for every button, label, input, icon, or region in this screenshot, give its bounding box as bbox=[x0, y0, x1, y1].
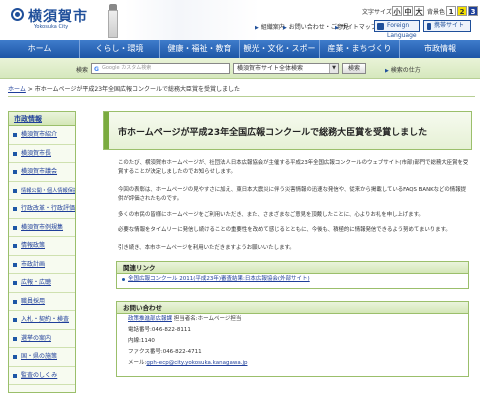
sidebar-item[interactable]: 国・県の施策 bbox=[9, 348, 75, 367]
chevron-down-icon: ▼ bbox=[329, 64, 338, 73]
nav-home[interactable]: ホーム bbox=[0, 40, 80, 58]
header-link-organization[interactable]: ▶ 組織案内 bbox=[255, 22, 285, 32]
contact-department: 政策推進部広報課 担当者名:ホームページ担当 bbox=[128, 316, 242, 322]
site-header: 横須賀市 Yokosuka City 文字サイズ 小 中 大 背景色 1 2 3… bbox=[0, 0, 480, 40]
header-link-sitemap[interactable]: ▶ サイトマップ bbox=[335, 22, 377, 32]
search-button[interactable]: 検索 bbox=[342, 63, 366, 74]
related-link-item: 全国広報コンクール 2011(平成23年)審査結果:日本広報協会(外部サイト) bbox=[117, 274, 468, 285]
breadcrumb-home[interactable]: ホーム bbox=[8, 86, 26, 93]
breadcrumb-current: 市ホームページが平成23年全国広報コンクールで総務大臣賞を受賞しました bbox=[34, 86, 241, 93]
sidebar-item[interactable]: 入札・契約・検査 bbox=[9, 311, 75, 330]
global-nav: ホーム くらし・環境 健康・福祉・教育 観光・文化・スポーツ 産業・まちづくり … bbox=[0, 40, 480, 71]
font-size-label: 文字サイズ bbox=[362, 9, 392, 16]
sidebar-item[interactable]: 広報・広聴 bbox=[9, 274, 75, 293]
sidebar-item[interactable]: 情報公開・個人情報保護 bbox=[9, 182, 75, 200]
arrow-icon: ▶ bbox=[283, 25, 287, 31]
bg-color-option-3[interactable]: 3 bbox=[468, 6, 478, 16]
nav-health-welfare-education[interactable]: 健康・福祉・教育 bbox=[160, 40, 240, 58]
contact-extension: 内線:1140 bbox=[128, 338, 155, 344]
body-paragraph: このたび、横須賀市ホームページが、社団法人日本広報協会が主催する平成23年全国広… bbox=[118, 160, 469, 175]
sidebar-item[interactable]: 横須賀市議会 bbox=[9, 163, 75, 182]
contact-mail-link[interactable]: gph-ecp@city.yokosuka.kanagawa.jp bbox=[146, 360, 247, 366]
city-emblem-icon[interactable] bbox=[11, 8, 24, 21]
foreign-language-button[interactable]: Foreign Language bbox=[374, 20, 420, 39]
mobile-site-button[interactable]: 携帯サイト bbox=[423, 20, 471, 32]
nav-tourism-culture-sports[interactable]: 観光・文化・スポーツ bbox=[240, 40, 320, 71]
font-size-small-button[interactable]: 小 bbox=[392, 6, 402, 16]
font-size-large-button[interactable]: 大 bbox=[414, 6, 424, 16]
contact-box: お問い合わせ 政策推進部広報課 担当者名:ホームページ担当 電話番号:046-8… bbox=[116, 301, 469, 377]
body-paragraph: 引き続き、本市ホームページを利用いただきますようお願いいたします。 bbox=[118, 245, 295, 251]
arrow-icon: ▶ bbox=[385, 68, 389, 74]
nav-living-environment[interactable]: くらし・環境 bbox=[80, 40, 160, 58]
breadcrumb: ホーム > 市ホームページが平成23年全国広報コンクールで総務大臣賞を受賞しまし… bbox=[8, 84, 478, 93]
sidebar-item[interactable]: 選挙の案内 bbox=[9, 330, 75, 348]
contact-phone: 電話番号:046-822-8111 bbox=[128, 327, 191, 333]
site-logo-subtitle: Yokosuka City bbox=[34, 24, 69, 30]
contact-department-link[interactable]: 政策推進部広報課 bbox=[128, 316, 172, 322]
sidebar-item[interactable]: 横須賀市例規集 bbox=[9, 219, 75, 237]
breadcrumb-separator: > bbox=[27, 86, 35, 93]
search-label: 検索 bbox=[76, 67, 89, 74]
sidebar-item[interactable]: 市政計画 bbox=[9, 256, 75, 274]
body-paragraph: 今回の表彰は、ホームページの見やすさに加え、東日本大震災に伴う災害情報の迅速な発… bbox=[118, 187, 466, 202]
arrow-icon: ▶ bbox=[255, 25, 259, 31]
body-paragraph: 必要な情報をタイムリーに発信し続けることの重要性を改めて感じるとともに、今後も、… bbox=[118, 227, 451, 233]
breadcrumb-divider bbox=[8, 96, 475, 97]
related-link[interactable]: 全国広報コンクール 2011(平成23年)審査結果:日本広報協会(外部サイト) bbox=[128, 276, 310, 282]
bg-color-option-1[interactable]: 1 bbox=[446, 6, 456, 16]
contact-heading: お問い合わせ bbox=[117, 302, 468, 314]
contact-mail: メール:gph-ecp@city.yokosuka.kanagawa.jp bbox=[128, 360, 248, 366]
nav-city-info[interactable]: 市政情報 bbox=[400, 40, 480, 58]
search-bar: 検索 G Google カスタム検索 横須賀市サイト全体検索 ▼ 検索 ▶ 検索… bbox=[0, 58, 480, 79]
body-paragraph: 多くの市民の皆様にホームページをご利用いただき、また、さまざまなご意見を頂戴した… bbox=[118, 212, 424, 218]
search-input[interactable]: G Google カスタム検索 bbox=[91, 63, 230, 74]
related-links-heading: 関連リンク bbox=[117, 262, 468, 274]
bg-color-label: 背景色 bbox=[427, 9, 446, 16]
nav-industry-town[interactable]: 産業・まちづくり bbox=[320, 40, 400, 58]
lighthouse-icon bbox=[104, 2, 122, 38]
search-help-link[interactable]: ▶ 検索の仕方 bbox=[385, 65, 421, 74]
sidebar-item[interactable]: 横須賀市長 bbox=[9, 145, 75, 163]
sidebar-heading[interactable]: 市政情報 bbox=[9, 112, 75, 126]
site-logo-title[interactable]: 横須賀市 bbox=[28, 6, 88, 26]
globe-icon bbox=[377, 23, 384, 30]
page-title: 市ホームページが平成23年全国広報コンクールで総務大臣賞を受賞しました bbox=[118, 128, 428, 138]
contact-fax: ファクス番号:046-822-4711 bbox=[128, 349, 202, 355]
font-size-medium-button[interactable]: 中 bbox=[403, 6, 413, 16]
mobile-phone-icon bbox=[427, 23, 431, 30]
sidebar: 市政情報 横須賀市紹介 横須賀市長 横須賀市議会 情報公開・個人情報保護 行政改… bbox=[8, 111, 76, 393]
sidebar-item[interactable]: 行政改革・行政評価 bbox=[9, 200, 75, 219]
sidebar-item[interactable]: 情報政策 bbox=[9, 237, 75, 256]
search-scope-select[interactable]: 横須賀市サイト全体検索 ▼ bbox=[233, 63, 339, 74]
header-banner-image bbox=[125, 0, 260, 40]
arrow-icon: ▶ bbox=[335, 25, 339, 31]
google-icon: G bbox=[94, 66, 99, 73]
sidebar-item[interactable]: 監査のしくみ bbox=[9, 367, 75, 385]
page-title-box: 市ホームページが平成23年全国広報コンクールで総務大臣賞を受賞しました bbox=[103, 111, 472, 150]
sidebar-item[interactable]: 横須賀市紹介 bbox=[9, 126, 75, 145]
related-links-box: 関連リンク 全国広報コンクール 2011(平成23年)審査結果:日本広報協会(外… bbox=[116, 261, 469, 289]
sidebar-item[interactable]: 職員採用 bbox=[9, 293, 75, 311]
bg-color-option-2[interactable]: 2 bbox=[457, 6, 467, 16]
